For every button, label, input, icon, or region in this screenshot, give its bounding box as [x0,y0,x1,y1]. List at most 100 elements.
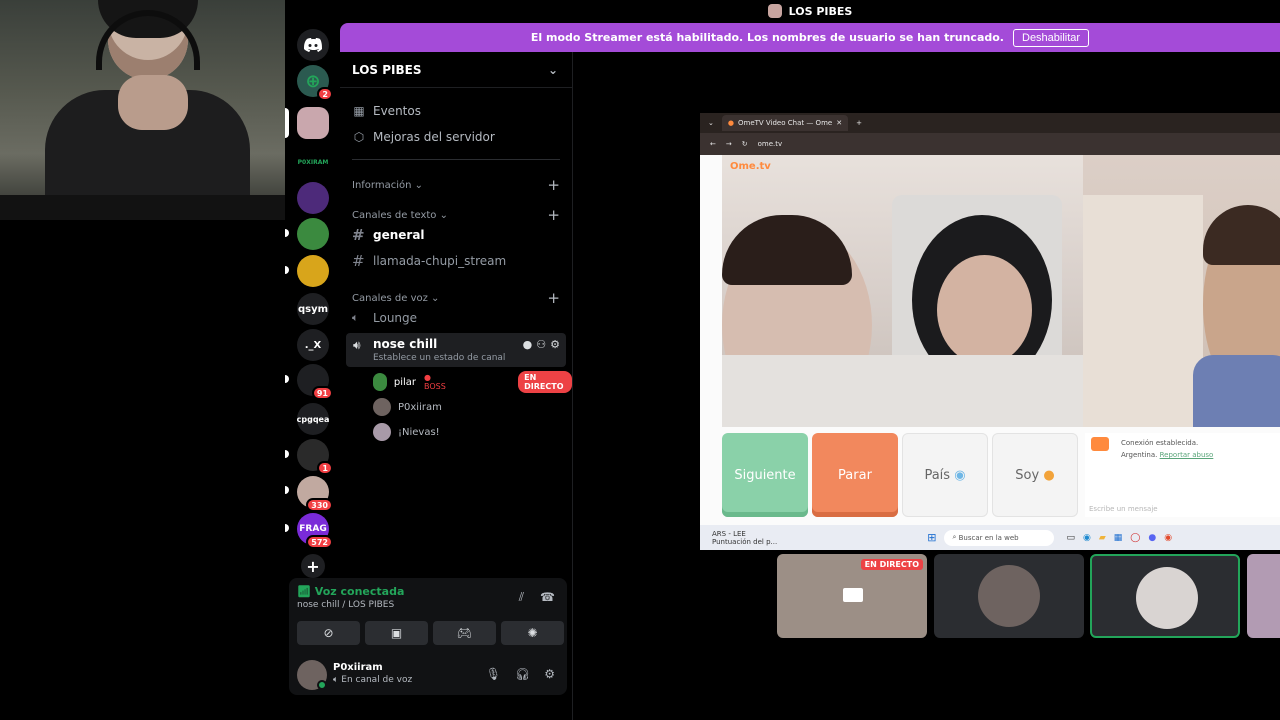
chat-input[interactable]: Escribe un mensaje [1089,505,1158,513]
country-button[interactable]: País ◉ [902,433,988,517]
add-server-button[interactable]: + [301,554,325,578]
server-icon-5[interactable] [297,182,329,214]
microphone-icon[interactable]: 🎙︎ [486,667,501,681]
avatar [978,565,1040,627]
ome-favicon-icon: ● [727,119,734,127]
forward-icon[interactable]: → [726,140,732,148]
voice-channel-lounge[interactable]: 🔈︎ Lounge [352,306,560,330]
chat-icon[interactable]: ● [523,338,533,351]
streamer-mode-banner: El modo Streamer está habilitado. Los no… [340,23,1280,52]
server-icon-cpgqea[interactable]: cpgqea [297,403,329,435]
activities-button[interactable]: 🎮︎ [433,621,496,645]
voice-location[interactable]: nose chill / LOS PIBES [297,600,394,610]
user-status: 🔈︎ En canal de voz [333,675,413,685]
user-panel: P0xiiram 🔈︎ En canal de voz 🎙︎ 🎧︎ ⚙ [289,656,567,694]
window-title-bar: LOS PIBES [340,0,1280,22]
taskbar-widget[interactable]: ARS - LEE Puntuación del p... [712,530,777,546]
disable-streamer-button[interactable]: Deshabilitar [1013,28,1090,47]
server-icon-10[interactable]: 91 [297,364,333,400]
screen-share-icon [843,588,863,602]
server-icon-13[interactable]: 330 [297,476,333,512]
add-channel-icon[interactable]: + [547,176,560,194]
reload-icon[interactable]: ↻ [742,140,748,148]
stream-tile-pilar[interactable]: EN DIRECTO [777,554,927,638]
screen: LOS PIBES El modo Streamer está habilita… [0,0,1280,720]
ometv-logo: Ome.tv [730,161,771,172]
taskview-icon[interactable]: ▭ [1066,533,1075,543]
ometv-chat-logo-icon [1091,437,1109,451]
server-icon-qsym[interactable]: qsym [297,293,329,325]
next-button[interactable]: Siguiente [722,433,808,517]
channel-llamada-chupi-stream[interactable]: # llamada-chupi_stream [352,249,560,273]
browser-address-bar: ← → ↻ ome.tv [700,133,1280,155]
noise-suppression-icon[interactable]: ⫽ [519,590,524,605]
new-tab-icon[interactable]: + [856,119,862,127]
url-field[interactable]: ome.tv [758,140,783,148]
user-settings-icon[interactable]: ⚙ [544,667,555,681]
soundboard-button[interactable]: ✺ [501,621,564,645]
server-icon-2[interactable]: ⊕ 2 [297,65,333,101]
server-icon-p0xiram[interactable]: P0XIRAM [297,146,329,178]
speaker-icon: 🔊︎ [353,338,361,352]
store-icon[interactable]: ▦ [1114,533,1123,543]
voice-user-nievas[interactable]: ¡Nievas! [373,422,440,442]
headphones-icon[interactable]: 🎧︎ [515,667,530,681]
webcam-overlay [0,0,285,220]
settings-icon[interactable]: ⚙ [550,338,560,351]
browser-tab-bar: ⌄ ● OmeTV Video Chat — Ome ✕ + [700,113,1280,133]
edge-icon[interactable]: ◉ [1083,533,1091,543]
channel-general[interactable]: # general [352,223,560,247]
category-text-channels[interactable]: Canales de texto ⌄ + [352,206,560,224]
close-tab-icon[interactable]: ✕ [836,119,842,127]
server-icon-7[interactable] [297,255,329,287]
username: P0xiiram [333,662,383,673]
guild-header[interactable]: LOS PIBES ⌄ [340,52,572,88]
camera-off-button[interactable]: ⊘ [297,621,360,645]
screen-share-button[interactable]: ▣ [365,621,428,645]
disconnect-icon[interactable]: ☎ [540,590,555,605]
server-icon-6[interactable] [297,218,329,250]
participant-tile-3[interactable] [1247,554,1280,638]
person-icon: ● [1043,467,1055,483]
gender-button[interactable]: Soy ● [992,433,1078,517]
chrome-icon[interactable]: ◉ [1164,533,1172,543]
online-status-icon [317,680,327,690]
windows-start-icon[interactable]: ⊞ [927,531,936,544]
category-voice-channels[interactable]: Canales de voz ⌄ + [352,289,560,307]
invite-icon[interactable]: ⚇ [536,338,546,351]
category-info[interactable]: Información ⌄ + [352,176,560,194]
nav-events[interactable]: ▦ Eventos [352,104,421,118]
channel-status-prompt[interactable]: Establece un estado de canal [373,353,505,363]
back-icon[interactable]: ← [710,140,716,148]
report-abuse-link[interactable]: Reportar abuso [1160,451,1214,459]
browser-tab[interactable]: ● OmeTV Video Chat — Ome ✕ [721,115,849,131]
voice-channel-nose-chill[interactable]: 🔊︎ nose chill Establece un estado de can… [346,333,566,367]
taskbar-search[interactable]: ⌕ Buscar en la web [944,529,1055,546]
discord-home-icon[interactable] [297,29,329,61]
voice-user-p0xiiram[interactable]: P0xiiram [373,397,442,417]
live-badge: EN DIRECTO [518,371,572,393]
server-icon-12[interactable]: 1 [297,439,333,475]
hash-icon: # [352,252,365,270]
server-icon-frag[interactable]: FRAG 572 [297,513,333,549]
argentina-flag-icon: ◉ [954,467,966,483]
add-channel-icon[interactable]: + [547,206,560,224]
opera-icon[interactable]: ◯ [1130,533,1140,543]
stop-button[interactable]: Parar [812,433,898,517]
add-channel-icon[interactable]: + [547,289,560,307]
calendar-icon: ▦ [353,104,365,118]
streamer-banner-text: El modo Streamer está habilitado. Los no… [530,31,1004,44]
live-badge: EN DIRECTO [860,559,923,570]
voice-user-pilar[interactable]: pilar ● BOSS EN DIRECTO [373,371,572,393]
nav-server-boosts[interactable]: ⬡ Mejoras del servidor [352,130,495,144]
stream-view[interactable]: ⌄ ● OmeTV Video Chat — Ome ✕ + ← → ↻ ome… [700,113,1280,550]
tab-menu-icon[interactable]: ⌄ [708,119,714,127]
discord-taskbar-icon[interactable]: ● [1148,533,1156,543]
folder-icon[interactable]: ▰ [1099,533,1106,543]
window-title: LOS PIBES [788,4,853,18]
server-icon-los-pibes[interactable] [297,107,329,139]
chevron-down-icon: ⌄ [547,62,558,77]
server-icon-x[interactable]: ._X [297,329,329,361]
participant-tile-2[interactable] [1090,554,1240,638]
participant-tile-1[interactable] [934,554,1084,638]
